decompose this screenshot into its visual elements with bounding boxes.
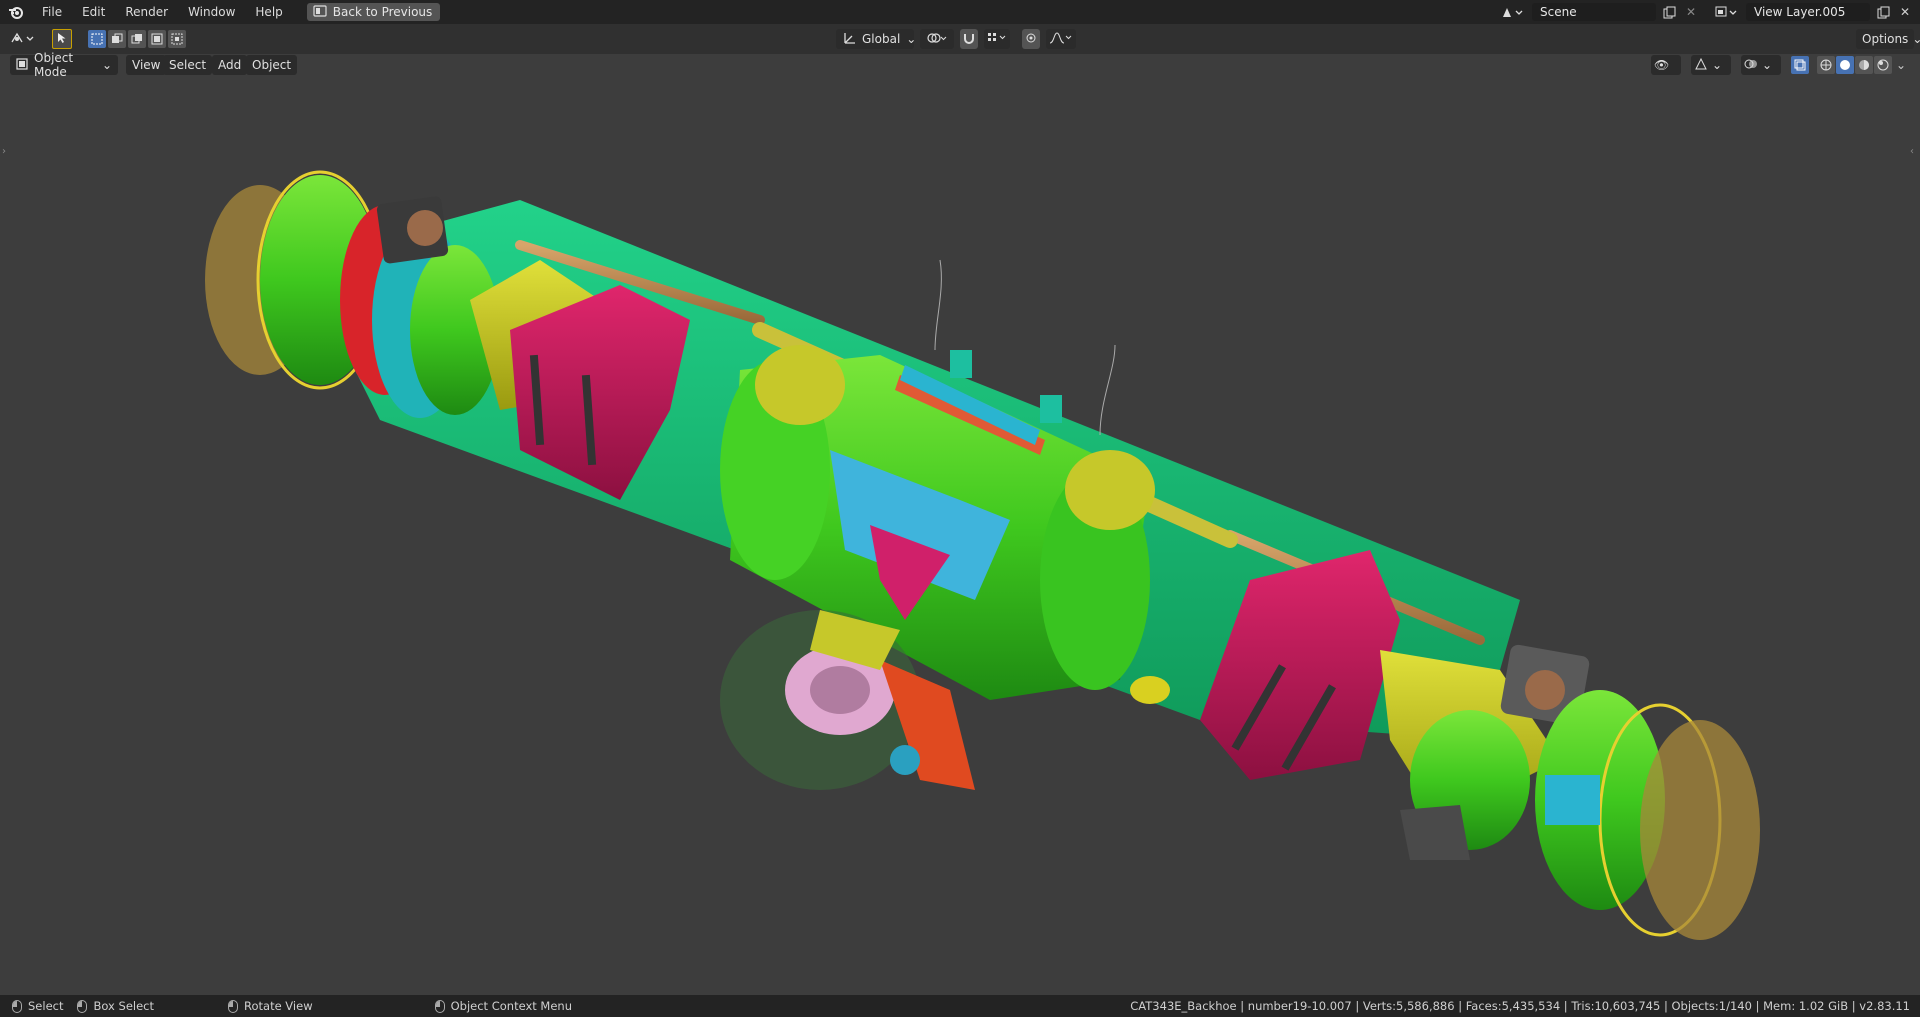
delete-scene-icon[interactable]: ✕	[1682, 3, 1700, 21]
view-layer-icon[interactable]	[1712, 3, 1742, 21]
view-layer-name: View Layer.005	[1754, 5, 1846, 19]
shading-wireframe-icon[interactable]	[1817, 56, 1835, 74]
menu-window[interactable]: Window	[178, 0, 245, 24]
select-menu[interactable]: Select	[163, 55, 213, 75]
3d-viewport-editor-icon	[10, 31, 38, 48]
shading-solid-icon[interactable]	[1836, 56, 1854, 74]
snap-toggle[interactable]	[960, 29, 978, 49]
new-view-layer-icon[interactable]	[1874, 3, 1892, 21]
mouse-left-icon	[12, 999, 22, 1013]
top-bar: File Edit Render Window Help Back to Pre…	[0, 0, 1920, 24]
xray-toggle[interactable]	[1791, 56, 1809, 74]
status-bar: Select Box Select Rotate View Object Con…	[0, 995, 1920, 1017]
mouse-right-icon	[434, 999, 445, 1013]
chevron-down-icon: ⌄	[101, 58, 112, 72]
menu-help[interactable]: Help	[245, 0, 292, 24]
object-mode-icon	[16, 57, 28, 73]
visibility-dropdown[interactable]: 👁	[1651, 55, 1681, 75]
scene-statistics: CAT343E_Backhoe | number19-10.007 | Vert…	[1130, 999, 1910, 1013]
transform-orientation-value: Global	[862, 32, 901, 46]
options-label: Options	[1862, 32, 1909, 46]
transform-orientation-dropdown[interactable]: Global ⌄	[836, 29, 917, 49]
select-invert-icon[interactable]	[148, 30, 166, 48]
shading-rendered-icon[interactable]	[1874, 56, 1892, 74]
scene-viewlayer-group: Scene ✕ View Layer.005 ✕	[1498, 0, 1920, 24]
menu-render[interactable]: Render	[115, 0, 178, 24]
shading-options-icon[interactable]: ⌄	[1896, 58, 1910, 72]
chevron-down-icon: ⌄	[906, 32, 917, 46]
status-box-select-label: Box Select	[93, 999, 154, 1013]
status-context-menu-label: Object Context Menu	[450, 999, 572, 1013]
options-dropdown[interactable]: Options ⌄	[1856, 29, 1920, 49]
magnet-snap-icon	[963, 32, 975, 47]
backhoe-axle-model	[205, 170, 1760, 940]
overlay-dropdown[interactable]: ⌄	[1741, 55, 1781, 75]
object-menu[interactable]: Object	[246, 55, 298, 75]
status-select-label: Select	[28, 999, 64, 1013]
viewport-header: Object Mode ⌄ View Select Add Object 👁 ⌄…	[0, 51, 1920, 79]
selection-mode-group	[88, 30, 186, 48]
view-layer-field[interactable]: View Layer.005	[1746, 3, 1870, 21]
status-select: Select	[12, 999, 63, 1013]
cursor-select-icon	[57, 32, 67, 47]
snap-target-dropdown[interactable]	[984, 29, 1010, 49]
scene-name-field[interactable]: Scene	[1532, 3, 1656, 21]
select-intersect-icon[interactable]	[168, 30, 186, 48]
proportional-falloff-dropdown[interactable]	[1046, 29, 1076, 49]
eye-icon: 👁	[1654, 58, 1670, 72]
menu-file[interactable]: File	[32, 0, 72, 24]
chevron-down-icon: ⌄	[1912, 32, 1920, 46]
overlay-icon	[1744, 57, 1758, 74]
status-rotate-view-label: Rotate View	[244, 999, 313, 1013]
new-scene-icon[interactable]	[1660, 3, 1678, 21]
status-rotate-view: Rotate View	[228, 999, 313, 1013]
select-new-icon[interactable]	[88, 30, 106, 48]
scene-icon[interactable]	[1498, 3, 1528, 21]
delete-view-layer-icon[interactable]: ✕	[1896, 3, 1914, 21]
select-subtract-icon[interactable]	[128, 30, 146, 48]
status-box-select: Box Select	[77, 999, 154, 1013]
menu-edit[interactable]: Edit	[72, 0, 115, 24]
3d-viewport[interactable]: Object Mode ⌄ View Select Add Object 👁 ⌄…	[0, 51, 1920, 995]
mode-label: Object Mode	[34, 51, 74, 79]
orientation-axes-icon	[842, 31, 856, 48]
select-extend-icon[interactable]	[108, 30, 126, 48]
pivot-point-icon	[926, 31, 948, 48]
select-tool-button[interactable]	[52, 29, 72, 49]
mouse-middle-icon	[228, 999, 238, 1013]
gizmo-icon	[1694, 57, 1708, 74]
tool-header: Global ⌄ Options ⌄	[0, 24, 1920, 54]
gizmo-dropdown[interactable]: ⌄	[1691, 55, 1731, 75]
sidebar-expand-icon[interactable]: ‹	[1910, 146, 1918, 157]
transform-group: Global ⌄	[836, 29, 1076, 49]
back-to-previous-icon	[313, 4, 327, 20]
shading-material-icon[interactable]	[1855, 56, 1873, 74]
proportional-edit-toggle[interactable]	[1022, 29, 1040, 49]
mouse-drag-icon	[77, 999, 88, 1013]
falloff-curve-icon	[1049, 31, 1073, 47]
blender-logo-icon[interactable]	[8, 4, 24, 20]
back-to-previous-label: Back to Previous	[332, 5, 433, 19]
add-menu[interactable]: Add	[212, 55, 248, 75]
mode-dropdown[interactable]: Object Mode ⌄	[10, 51, 118, 79]
status-context-menu: Object Context Menu	[434, 999, 572, 1013]
editor-type-button[interactable]	[10, 30, 40, 48]
pivot-point-dropdown[interactable]	[920, 29, 954, 49]
toolbar-expand-icon[interactable]: ›	[2, 146, 10, 157]
snap-increment-icon	[987, 32, 1009, 47]
proportional-edit-icon	[1025, 32, 1037, 47]
view-menu[interactable]: View	[126, 55, 167, 75]
shading-mode-group	[1817, 56, 1892, 74]
viewport-overlay-controls: 👁 ⌄ ⌄ ⌄	[1651, 55, 1910, 75]
back-to-previous-button[interactable]: Back to Previous	[306, 3, 441, 21]
scene-name: Scene	[1540, 5, 1577, 19]
